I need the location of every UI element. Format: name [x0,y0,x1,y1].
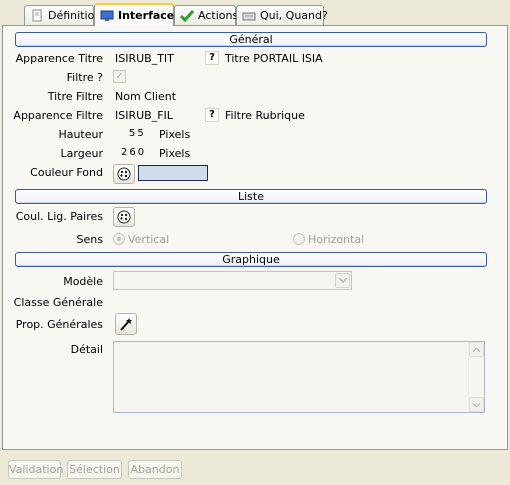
palette-icon [117,210,131,224]
classe-generale-label: Classe Générale [13,296,103,309]
scroll-up-icon[interactable] [469,342,484,357]
sens-label: Sens [76,233,103,246]
apparence-titre-value[interactable]: ISIRUB_TIT [115,52,174,65]
monitor-icon [100,9,114,23]
apparence-filtre-value[interactable]: ISIRUB_FIL [115,109,173,122]
apparence-filtre-label: Apparence Filtre [13,109,103,122]
validation-button[interactable]: Validation [8,460,63,479]
prop-generales-button[interactable] [115,313,137,335]
document-icon [30,9,44,23]
titre-filtre-label: Titre Filtre [47,90,103,103]
palette-icon [117,167,131,181]
filtre-rubrique-text: Filtre Rubrique [225,109,305,122]
sens-horizontal-label: Horizontal [308,233,365,246]
titre-filtre-value[interactable]: Nom Client [115,90,176,103]
sens-horizontal-radio[interactable] [293,233,305,245]
scroll-down-icon[interactable] [469,397,484,412]
coul-lig-paires-label: Coul. Lig. Paires [15,210,103,223]
couleur-fond-swatch[interactable] [138,165,208,181]
tab-actions[interactable]: Actions [174,5,239,25]
tab-definition[interactable]: Définition [24,5,101,25]
filtre-help-button[interactable]: ? [205,108,219,122]
titre-portail-text: Titre PORTAIL ISIA [225,52,323,65]
largeur-value[interactable]: 260 [121,147,146,158]
interface-panel: Général Apparence Titre ISIRUB_TIT ? Tit… [2,25,508,450]
hauteur-unit: Pixels [159,128,191,141]
sens-vertical-radio[interactable] [113,233,125,245]
filtre-checkbox[interactable]: ✓ [113,70,126,83]
modele-select[interactable] [113,271,352,290]
tab-interface-label: Interface [118,9,175,22]
couleur-fond-label: Couleur Fond [30,166,103,179]
section-graphique-header: Graphique [15,252,487,267]
sens-vertical-label: Vertical [128,233,170,246]
filtre-label: Filtre ? [66,71,103,84]
keyboard-icon [242,9,256,23]
apparence-titre-label: Apparence Titre [15,52,103,65]
tab-interface[interactable]: Interface [94,3,174,26]
titre-help-button[interactable]: ? [205,51,219,65]
couleur-fond-button[interactable] [113,164,135,184]
selection-button[interactable]: Sélection [67,460,122,479]
prop-generales-label: Prop. Générales [15,318,103,331]
tab-actions-label: Actions [198,9,239,22]
abandon-button[interactable]: Abandon [128,460,182,479]
coul-lig-paires-button[interactable] [113,207,135,227]
detail-textarea[interactable] [113,341,485,413]
hauteur-label: Hauteur [58,128,103,141]
section-general-header: Général [15,32,487,47]
detail-scrollbar[interactable] [468,342,484,412]
chevron-down-icon [335,273,350,288]
magic-wand-icon [120,318,132,331]
tab-qui-quand-label: Qui, Quand? [260,9,328,22]
tab-qui-quand[interactable]: Qui, Quand? [236,5,328,25]
section-liste-header: Liste [15,189,487,204]
largeur-label: Largeur [60,147,103,160]
modele-label: Modèle [63,275,103,288]
checkmark-icon [179,9,195,23]
largeur-unit: Pixels [159,147,191,160]
detail-label: Détail [70,343,103,356]
hauteur-value[interactable]: 55 [129,128,146,139]
